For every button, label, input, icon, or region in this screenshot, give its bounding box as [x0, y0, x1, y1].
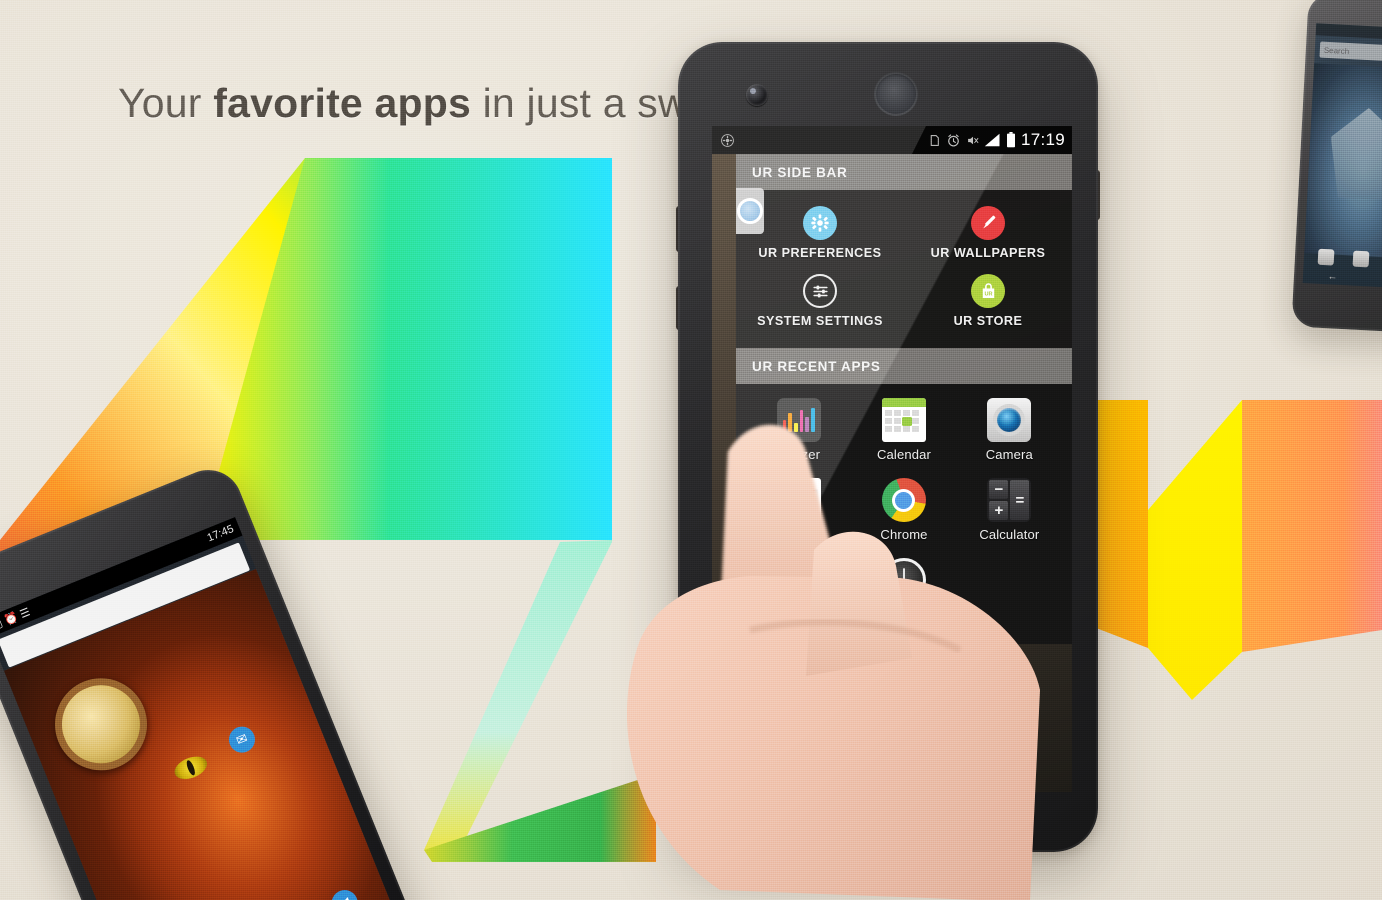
main-phone-screen: 17:19 UR SIDE BAR UR PREFERENCES UR WALL… [712, 126, 1072, 792]
right-phone-search-bar[interactable]: Search [1319, 41, 1382, 63]
contacts-icon[interactable] [1352, 250, 1370, 268]
app-label: Clock [887, 607, 921, 622]
plus-key: + [989, 501, 1009, 520]
right-phone-statusbar [1315, 23, 1382, 42]
left-phone-screen: ▢ ⏰ ☰ 17:45 ✉ ◀ [0, 516, 406, 900]
section-header-ur-recent-apps: UR RECENT APPS [736, 348, 1072, 384]
equals-key: = [1010, 480, 1030, 520]
quick-label: SYSTEM SETTINGS [757, 314, 883, 328]
alarm-clock-icon [948, 133, 959, 146]
quick-actions-grid: UR PREFERENCES UR WALLPAPERS SYSTEM SETT… [736, 190, 1072, 348]
status-clock: 17:19 [1020, 130, 1065, 149]
left-phone-clock: 17:45 [205, 522, 236, 545]
side-handle-dot [737, 198, 763, 224]
shopping-bag-icon: UR [971, 274, 1005, 308]
quick-label: UR WALLPAPERS [930, 246, 1046, 260]
quick-item-system-settings[interactable]: SYSTEM SETTINGS [736, 268, 904, 336]
battery-icon [1006, 132, 1015, 148]
promo-canvas: Your favorite apps in just a swipe Searc… [0, 0, 1382, 900]
headline-emphasis: favorite apps [213, 80, 472, 126]
quick-label: UR PREFERENCES [758, 246, 882, 260]
sim-card-icon [930, 134, 939, 146]
quick-actions-body: UR PREFERENCES UR WALLPAPERS SYSTEM SETT… [736, 190, 1072, 348]
right-ribbon-graphic [1070, 400, 1382, 700]
right-phone-wallpaper [1304, 63, 1382, 259]
search-placeholder-text: Search [1323, 45, 1350, 56]
messaging-icon: ☺ [776, 558, 821, 608]
sidebar-handle[interactable] [736, 188, 764, 234]
quick-item-ur-wallpapers[interactable]: UR WALLPAPERS [904, 200, 1072, 268]
app-item-messaging[interactable]: ☺ ging [746, 552, 851, 630]
front-camera-icon [746, 84, 768, 106]
app-item-deezer[interactable]: Deezer [746, 392, 851, 470]
analog-clock-icon [881, 558, 926, 602]
mute-icon [968, 136, 979, 144]
section-header-ur-side-bar: UR SIDE BAR [736, 154, 1072, 190]
app-label: Calendar [877, 447, 931, 462]
phone-top-right: Search ← □ [1291, 0, 1382, 334]
ur-side-bar-panel[interactable]: UR SIDE BAR UR PREFERENCES UR WALLPAPERS… [736, 154, 1072, 714]
page-title: Your favorite apps in just a swipe [118, 80, 743, 127]
sliders-icon [803, 274, 837, 308]
app-item-calculator[interactable]: − = + Calculator [957, 472, 1062, 550]
app-item-camera[interactable]: Camera [957, 392, 1062, 470]
app-label: Gmail [781, 527, 817, 542]
app-label: ging [786, 607, 812, 622]
headline-lead: Your [118, 80, 214, 126]
phone-top-bezel [678, 42, 1098, 130]
minus-key: − [989, 480, 1009, 499]
app-item-gmail[interactable]: Gmail [746, 472, 851, 550]
recent-apps-grid: Deezer Calendar Camera Gmail Chrome − = … [736, 384, 1072, 644]
svg-text:UR: UR [984, 291, 992, 297]
quick-item-ur-store[interactable]: UR UR STORE [904, 268, 1072, 336]
camera-icon [987, 398, 1032, 442]
status-right-cluster: 17:19 [911, 126, 1072, 154]
gear-icon [803, 206, 837, 240]
deezer-equalizer-icon [776, 398, 821, 442]
earpiece-speaker [874, 72, 918, 116]
right-phone-screen: Search ← □ [1302, 23, 1382, 289]
app-label: Chrome [880, 527, 928, 542]
app-label: Camera [985, 447, 1033, 462]
app-item-chrome[interactable]: Chrome [851, 472, 956, 550]
calculator-icon: − = + [987, 478, 1032, 522]
android-status-bar: 17:19 [712, 126, 1072, 154]
phone-main: 17:19 UR SIDE BAR UR PREFERENCES UR WALL… [678, 42, 1098, 852]
chrome-icon [881, 478, 926, 522]
gmail-envelope-icon [776, 478, 821, 522]
dragon-eye [171, 752, 211, 784]
right-phone-navbar[interactable]: ← □ [1303, 267, 1382, 289]
calendar-icon [881, 398, 926, 442]
app-item-calendar[interactable]: Calendar [851, 392, 956, 470]
signal-bars-icon [984, 133, 1000, 147]
app-label: Calculator [979, 527, 1040, 542]
app-label: Deezer [777, 447, 821, 462]
app-item-clock[interactable]: Clock [851, 552, 956, 630]
back-icon[interactable]: ← [1327, 271, 1338, 283]
paintbrush-icon [971, 206, 1005, 240]
gear-icon[interactable] [720, 133, 735, 148]
phone-icon[interactable] [1317, 248, 1335, 266]
phone-bottom-left: ▢ ⏰ ☰ 17:45 ✉ ◀ [0, 459, 437, 900]
quick-label: UR STORE [953, 314, 1023, 328]
